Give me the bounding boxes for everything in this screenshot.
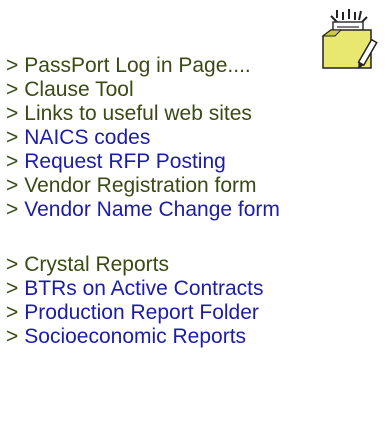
arrow-glyph: > xyxy=(6,198,19,221)
link-label[interactable]: Crystal Reports xyxy=(24,253,169,276)
link-production-report-folder[interactable]: > Production Report Folder xyxy=(6,301,280,325)
arrow-glyph: > xyxy=(6,301,19,324)
link-socioeconomic-reports[interactable]: > Socioeconomic Reports xyxy=(6,325,280,349)
link-label[interactable]: Request RFP Posting xyxy=(24,150,226,173)
link-useful-web-sites[interactable]: > Links to useful web sites xyxy=(6,102,280,126)
link-label[interactable]: Clause Tool xyxy=(24,78,133,101)
link-label[interactable]: Socioeconomic Reports xyxy=(24,325,246,348)
link-naics-codes[interactable]: > NAICS codes xyxy=(6,126,280,150)
arrow-glyph: > xyxy=(6,174,19,197)
link-vendor-registration-form[interactable]: > Vendor Registration form xyxy=(6,174,280,198)
arrow-glyph: > xyxy=(6,277,19,300)
arrow-glyph: > xyxy=(6,325,19,348)
link-crystal-reports[interactable]: > Crystal Reports xyxy=(6,253,280,277)
link-label[interactable]: BTRs on Active Contracts xyxy=(24,277,263,300)
arrow-glyph: > xyxy=(6,54,19,77)
link-label[interactable]: Production Report Folder xyxy=(24,301,259,324)
link-vendor-name-change-form[interactable]: > Vendor Name Change form xyxy=(6,198,280,222)
arrow-glyph: > xyxy=(6,126,19,149)
link-list: > PassPort Log in Page.... > Clause Tool >… xyxy=(6,54,280,349)
link-passport-login[interactable]: > PassPort Log in Page.... xyxy=(6,54,280,78)
link-request-rfp-posting[interactable]: > Request RFP Posting xyxy=(6,150,280,174)
arrow-glyph: > xyxy=(6,150,19,173)
link-label[interactable]: PassPort Log in Page.... xyxy=(24,54,250,77)
link-label[interactable]: Links to useful web sites xyxy=(24,102,252,125)
link-btrs-active-contracts[interactable]: > BTRs on Active Contracts xyxy=(6,277,280,301)
link-label[interactable]: NAICS codes xyxy=(24,126,150,149)
link-label[interactable]: Vendor Registration form xyxy=(24,174,256,197)
link-clause-tool[interactable]: > Clause Tool xyxy=(6,78,280,102)
arrow-glyph: > xyxy=(6,102,19,125)
link-label[interactable]: Vendor Name Change form xyxy=(24,198,280,221)
arrow-glyph: > xyxy=(6,78,19,101)
folder-document-icon[interactable] xyxy=(319,8,379,70)
arrow-glyph: > xyxy=(6,253,19,276)
